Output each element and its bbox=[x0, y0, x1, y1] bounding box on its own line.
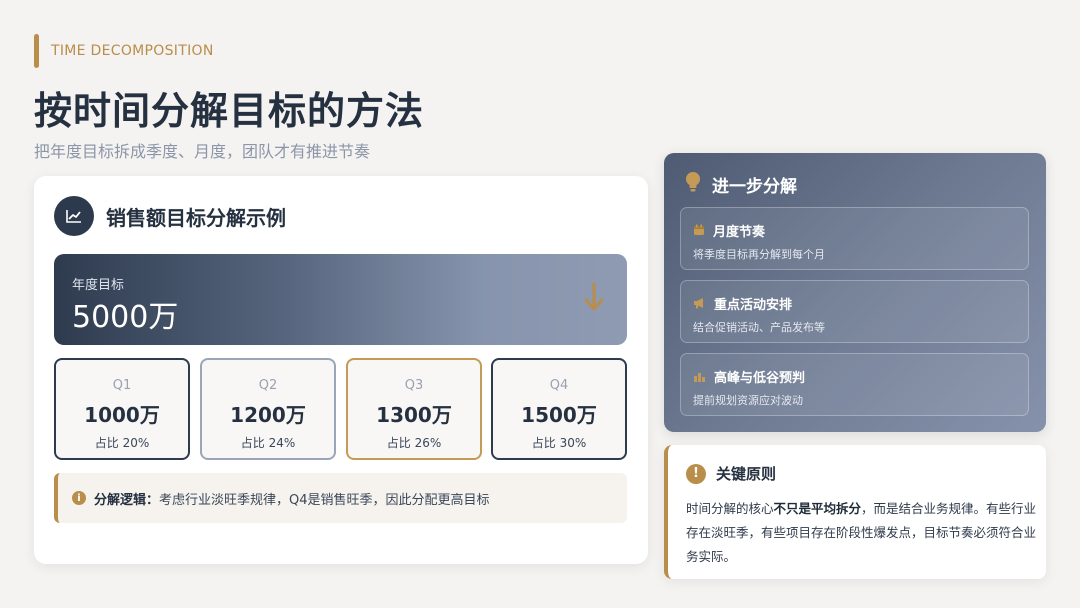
page-subtitle: 把年度目标拆成季度、月度，团队才有推进节奏 bbox=[34, 142, 371, 161]
annual-target-label: 年度目标 bbox=[72, 278, 125, 293]
sales-target-card: 销售额目标分解示例 年度目标 5000万 Q1 1000万 占比 20% Q2 … bbox=[34, 176, 648, 564]
calendar-icon bbox=[693, 221, 705, 240]
further-decomposition-card: 进一步分解 月度节奏 将季度目标再分解到每个月 重点活动安排 结合促销活动、产品… bbox=[664, 153, 1046, 432]
quarter-box-q4: Q4 1500万 占比 30% bbox=[491, 358, 627, 460]
further-decomposition-header: 进一步分解 bbox=[684, 171, 797, 197]
megaphone-icon bbox=[693, 294, 706, 313]
quarter-share: 占比 24% bbox=[240, 436, 296, 450]
info-icon: i bbox=[72, 491, 86, 505]
card-header: 销售额目标分解示例 bbox=[54, 196, 286, 236]
item-peak-trough-forecast: 高峰与低谷预判 提前规划资源应对波动 bbox=[680, 353, 1029, 416]
item-desc: 提前规划资源应对波动 bbox=[693, 394, 803, 407]
annual-target-banner: 年度目标 5000万 bbox=[54, 254, 627, 345]
key-principle-card: ! 关键原则 时间分解的核心不只是平均拆分，而是结合业务规律。有些行业存在淡旺季… bbox=[664, 445, 1046, 579]
item-title: 高峰与低谷预判 bbox=[714, 371, 806, 386]
item-key-activities: 重点活动安排 结合促销活动、产品发布等 bbox=[680, 280, 1029, 343]
quarter-value: 1300万 bbox=[376, 403, 452, 427]
quarter-name: Q1 bbox=[112, 378, 132, 393]
quarter-value: 1000万 bbox=[84, 403, 160, 427]
section-tag: TIME DECOMPOSITION bbox=[34, 34, 214, 68]
quarter-share: 占比 30% bbox=[531, 436, 587, 450]
quarter-name: Q2 bbox=[258, 378, 278, 393]
decomposition-logic-note: i 分解逻辑： 考虑行业淡旺季规律，Q4是销售旺季，因此分配更高目标 bbox=[54, 473, 627, 523]
tag-text: TIME DECOMPOSITION bbox=[51, 43, 214, 59]
lightbulb-icon bbox=[684, 171, 702, 197]
item-desc: 将季度目标再分解到每个月 bbox=[693, 248, 825, 261]
principle-text-pre: 时间分解的核心 bbox=[686, 501, 774, 516]
quarter-share: 占比 26% bbox=[386, 436, 442, 450]
quarter-share: 占比 20% bbox=[94, 436, 150, 450]
key-principle-title: 关键原则 bbox=[716, 465, 777, 483]
quarter-box-q3: Q3 1300万 占比 26% bbox=[346, 358, 482, 460]
key-principle-body: 时间分解的核心不只是平均拆分，而是结合业务规律。有些行业存在淡旺季，有些项目存在… bbox=[686, 497, 1038, 569]
quarter-box-q1: Q1 1000万 占比 20% bbox=[54, 358, 190, 460]
quarter-box-q2: Q2 1200万 占比 24% bbox=[200, 358, 336, 460]
arrow-down-icon bbox=[583, 282, 605, 316]
further-decomposition-title: 进一步分解 bbox=[712, 176, 797, 197]
logic-label: 分解逻辑： bbox=[94, 492, 160, 508]
item-desc: 结合促销活动、产品发布等 bbox=[693, 321, 825, 334]
quarter-boxes: Q1 1000万 占比 20% Q2 1200万 占比 24% Q3 1300万… bbox=[54, 358, 627, 460]
item-title: 重点活动安排 bbox=[714, 298, 793, 313]
card-title: 销售额目标分解示例 bbox=[106, 205, 286, 230]
annual-target-value: 5000万 bbox=[72, 300, 179, 335]
quarter-name: Q4 bbox=[549, 378, 569, 393]
tag-accent-bar bbox=[34, 34, 39, 68]
item-monthly-rhythm: 月度节奏 将季度目标再分解到每个月 bbox=[680, 207, 1029, 270]
bar-chart-icon bbox=[693, 367, 706, 386]
item-title: 月度节奏 bbox=[713, 225, 766, 240]
exclamation-icon: ! bbox=[686, 463, 706, 484]
quarter-value: 1500万 bbox=[521, 403, 597, 427]
quarter-name: Q3 bbox=[404, 378, 424, 393]
page-title: 按时间分解目标的方法 bbox=[34, 89, 425, 133]
principle-text-bold: 不只是平均拆分 bbox=[773, 501, 862, 516]
logic-text: 考虑行业淡旺季规律，Q4是销售旺季，因此分配更高目标 bbox=[159, 492, 490, 508]
line-chart-icon bbox=[54, 196, 94, 236]
quarter-value: 1200万 bbox=[230, 403, 306, 427]
key-principle-header: ! 关键原则 bbox=[686, 463, 776, 484]
